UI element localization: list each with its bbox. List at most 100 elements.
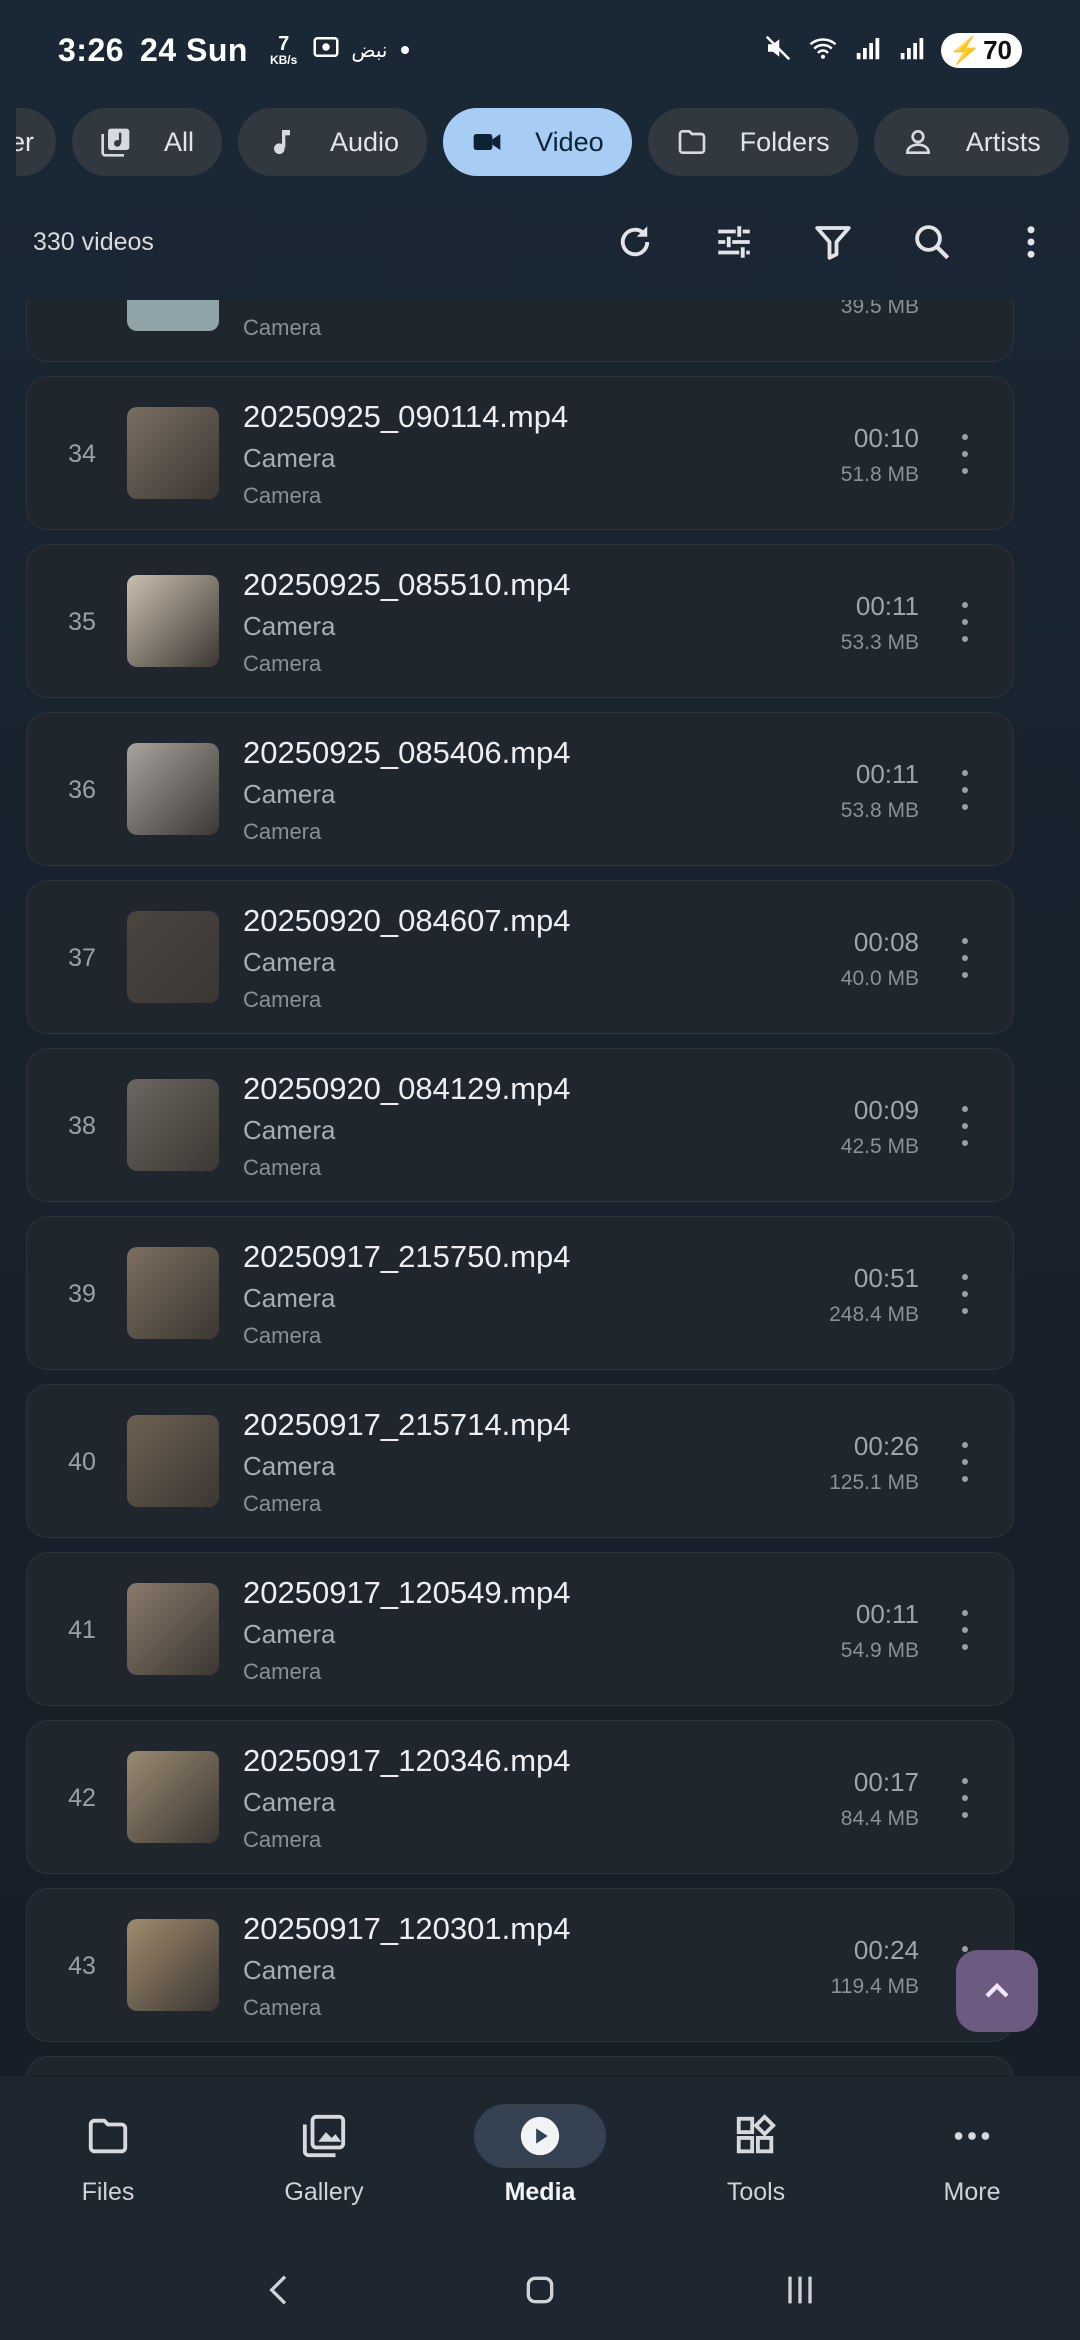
video-size: 248.4 MB [829,1303,919,1326]
video-folder: Camera [243,483,322,508]
refresh-button[interactable] [585,200,684,284]
network-speed: 7 KB/s [269,33,298,67]
refresh-icon [620,226,649,257]
video-album: Camera [243,1115,336,1145]
nav-files[interactable]: Files [0,2076,216,2244]
video-filename: 20250925_085510.mp4 [243,567,571,602]
video-folder: Camera [243,1995,322,2020]
nav-gallery[interactable]: Gallery [216,2076,432,2244]
overflow-menu-button[interactable] [981,200,1080,284]
row-more-button[interactable] [959,602,971,642]
video-album: Camera [243,1451,336,1481]
video-folder: Camera [243,1155,322,1180]
video-count: 330 videos [33,227,154,256]
person-icon [905,130,930,154]
video-thumbnail [127,1247,219,1339]
row-index: 39 [68,1279,96,1308]
row-index: 36 [68,775,96,804]
row-index: 40 [68,1447,96,1476]
system-navigation-bar [0,2244,1080,2340]
nav-more[interactable]: More [864,2076,1080,2244]
row-index: 43 [68,1951,96,1980]
video-duration: 00:24 [853,1935,919,1965]
video-row[interactable]: 34 20250925_090114.mp4 Camera Camera 00:10 51… [26,376,1014,530]
video-folder: Camera [243,1659,322,1684]
video-filename: 20250917_215714.mp4 [243,1407,571,1442]
videocam-icon [473,134,501,150]
video-duration: 00:17 [853,1767,919,1797]
nav-media[interactable]: Media [432,2076,648,2244]
chip-video[interactable]: Video [443,108,632,176]
charging-icon: ⚡ [948,34,982,65]
recents-button[interactable] [780,2270,820,2315]
video-thumbnail [127,1751,219,1843]
row-more-button[interactable] [959,770,971,810]
video-duration: 00:09 [853,1095,919,1125]
video-row-partial[interactable] [26,2056,1014,2075]
video-folder: Camera [243,651,322,676]
filter-button[interactable] [783,200,882,284]
row-index: 34 [68,439,96,468]
back-icon [269,2274,287,2305]
video-row-partial[interactable]: Camera 39.5 MB [26,300,1014,362]
folder-icon [88,2118,128,2154]
chevron-up-icon [985,1982,1009,1998]
video-row[interactable]: 41 20250917_120549.mp4 Camera Camera 00:11 54… [26,1552,1014,1706]
tune-button[interactable] [684,200,783,284]
video-thumbnail [127,575,219,667]
row-more-button[interactable] [959,1274,971,1314]
chip-artists[interactable]: Artists [873,108,1069,176]
nav-tools[interactable]: Tools [648,2076,864,2244]
status-time: 3:26 [58,31,125,68]
row-more-button[interactable] [959,1442,971,1482]
video-thumbnail [127,407,219,499]
row-index: 41 [68,1615,96,1644]
video-duration: 00:11 [855,759,919,789]
chip-folders[interactable]: Folders [647,108,858,176]
video-folder: Camera [243,1491,322,1516]
video-size: 54.9 MB [840,1639,919,1662]
chip-partial[interactable]: er [16,108,56,176]
folder-icon [678,130,705,154]
video-folder: Camera [243,987,322,1012]
chip-all[interactable]: All [72,108,223,176]
widgets-icon [736,2114,776,2154]
row-more-button[interactable] [959,1778,971,1818]
scroll-to-top-button[interactable] [956,1950,1038,2032]
video-row[interactable]: 39 20250917_215750.mp4 Camera Camera 00:51 24… [26,1216,1014,1370]
status-arabic-text: نبض [351,38,388,62]
video-filename: 20250920_084607.mp4 [243,903,571,938]
row-more-button[interactable] [959,1610,971,1650]
video-filename: 20250920_084129.mp4 [243,1071,571,1106]
video-list: Camera 39.5 MB 34 20250925_090114.mp4 Came… [0,300,1080,2075]
search-icon [914,225,949,260]
chip-audio[interactable]: Audio [238,108,428,176]
row-more-button[interactable] [959,434,971,474]
video-row[interactable]: 35 20250925_085510.mp4 Camera Camera 00:11 53… [26,544,1014,698]
video-size: 53.8 MB [840,799,919,822]
video-album: Camera [243,1955,336,1985]
row-index: 37 [68,943,96,972]
video-duration: 00:11 [855,1599,919,1629]
video-filename: 20250925_085406.mp4 [243,735,571,770]
video-row[interactable]: 36 20250925_085406.mp4 Camera Camera 00:11 53… [26,712,1014,866]
back-button[interactable] [260,2270,300,2315]
video-filename: 20250925_090114.mp4 [243,399,569,434]
video-row[interactable]: 38 20250920_084129.mp4 Camera Camera 00:09 42… [26,1048,1014,1202]
home-button[interactable] [520,2270,560,2315]
video-album: Camera [243,1787,336,1817]
video-row[interactable]: 40 20250917_215714.mp4 Camera Camera 00:26 12… [26,1384,1014,1538]
row-more-button[interactable] [959,938,971,978]
recents-icon [788,2276,812,2303]
video-folder: Camera [243,1827,322,1852]
status-date: 24 Sun [140,31,248,68]
video-duration: 00:26 [853,1431,919,1461]
row-more-button[interactable] [959,1106,971,1146]
library-music-icon [101,128,130,157]
home-icon [526,2276,554,2303]
video-row[interactable]: 42 20250917_120346.mp4 Camera Camera 00:17 84… [26,1720,1014,1874]
video-row[interactable]: 37 20250920_084607.mp4 Camera Camera 00:08 40… [26,880,1014,1034]
search-button[interactable] [882,200,981,284]
video-row[interactable]: 43 20250917_120301.mp4 Camera Camera 00:24 11… [26,1888,1014,2042]
category-chips: er All Audio Video Folders Artists [16,108,1080,176]
